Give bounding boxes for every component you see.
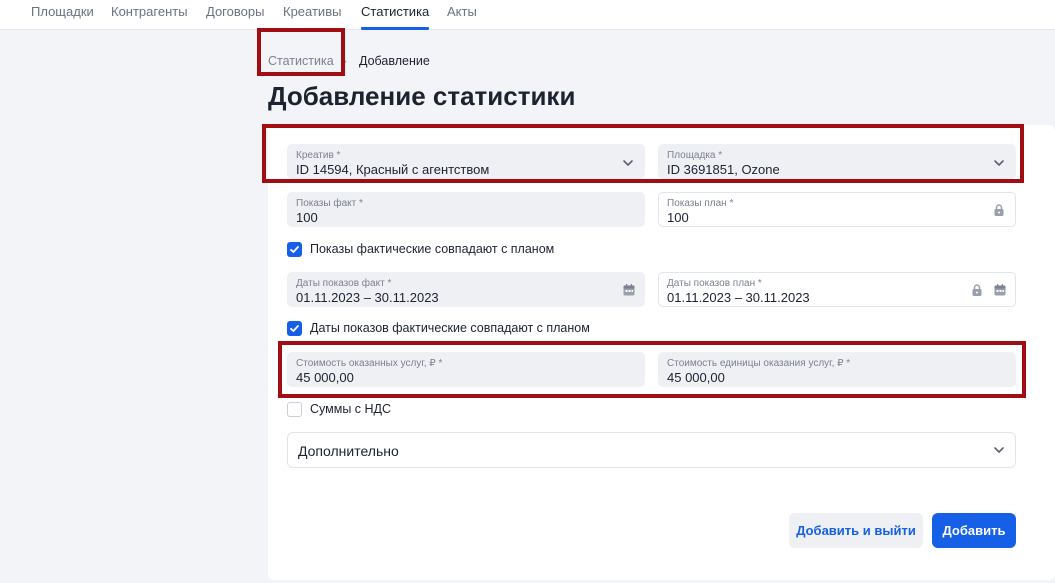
nav-item-contracts[interactable]: Договоры [206, 4, 264, 20]
add-button[interactable]: Добавить [932, 513, 1016, 548]
chevron-down-icon [994, 160, 1004, 166]
platform-label: Площадка * [667, 150, 723, 161]
checkbox-checked[interactable] [287, 242, 302, 257]
chevron-down-icon [994, 447, 1004, 453]
impressions-fact-label: Показы факт * [296, 198, 363, 209]
dates-plan-value: 01.11.2023 – 30.11.2023 [667, 290, 810, 305]
lock-icon [994, 204, 1004, 216]
unit-cost-label: Стоимость единицы оказания услуг, ₽ * [667, 358, 851, 369]
chevron-right-icon: › [343, 54, 347, 68]
additional-label: Дополнительно [298, 443, 399, 459]
dates-plan-label: Даты показов план * [667, 278, 762, 289]
dates-fact-label: Даты показов факт * [296, 278, 392, 289]
dates-fact-value: 01.11.2023 – 30.11.2023 [296, 290, 439, 305]
creative-select[interactable]: Креатив * ID 14594, Красный с агентством [287, 144, 645, 179]
impressions-plan-input: Показы план * 100 [658, 192, 1016, 227]
nav-item-statistics[interactable]: Статистика [361, 4, 429, 20]
impressions-fact-input[interactable]: Показы факт * 100 [287, 192, 645, 227]
check-icon [290, 246, 299, 253]
impressions-plan-label: Показы план * [667, 198, 734, 209]
chevron-down-icon [623, 160, 633, 166]
top-navigation: Площадки Контрагенты Договоры Креативы С… [0, 0, 1055, 30]
nav-active-indicator [361, 27, 429, 30]
add-and-exit-button[interactable]: Добавить и выйти [789, 513, 923, 548]
dates-match-label: Даты показов фактические совпадают с пла… [310, 321, 590, 335]
page-title: Добавление статистики [268, 81, 576, 111]
impressions-match-label: Показы фактические совпадают с планом [310, 242, 555, 256]
service-cost-label: Стоимость оказанных услуг, ₽ * [296, 358, 443, 369]
creative-value: ID 14594, Красный с агентством [296, 162, 490, 177]
nav-item-counterparties[interactable]: Контрагенты [111, 4, 188, 20]
platform-select[interactable]: Площадка * ID 3691851, Ozone [658, 144, 1016, 179]
checkbox-checked[interactable] [287, 321, 302, 336]
nav-item-acts[interactable]: Акты [447, 4, 477, 20]
platform-value: ID 3691851, Ozone [667, 162, 780, 177]
calendar-icon[interactable] [622, 283, 636, 297]
check-icon [290, 325, 299, 332]
service-cost-value: 45 000,00 [296, 370, 354, 385]
nav-item-platforms[interactable]: Площадки [31, 4, 94, 20]
service-cost-input[interactable]: Стоимость оказанных услуг, ₽ * 45 000,00 [287, 352, 645, 387]
dates-plan-input: Даты показов план * 01.11.2023 – 30.11.2… [658, 272, 1016, 307]
nav-item-creatives[interactable]: Креативы [283, 4, 341, 20]
unit-cost-input[interactable]: Стоимость единицы оказания услуг, ₽ * 45… [658, 352, 1016, 387]
lock-icon [972, 284, 982, 296]
breadcrumb: Статистика › Добавление [268, 53, 430, 69]
creative-label: Креатив * [296, 150, 341, 161]
vat-label: Суммы с НДС [310, 402, 392, 416]
impressions-plan-value: 100 [667, 210, 689, 225]
breadcrumb-current: Добавление [359, 54, 430, 68]
impressions-fact-value: 100 [296, 210, 318, 225]
breadcrumb-link-statistics[interactable]: Статистика [268, 54, 334, 68]
additional-accordion[interactable]: Дополнительно [287, 432, 1016, 468]
checkbox-unchecked[interactable] [287, 402, 302, 417]
dates-fact-input[interactable]: Даты показов факт * 01.11.2023 – 30.11.2… [287, 272, 645, 307]
unit-cost-value: 45 000,00 [667, 370, 725, 385]
calendar-icon [994, 284, 1006, 296]
